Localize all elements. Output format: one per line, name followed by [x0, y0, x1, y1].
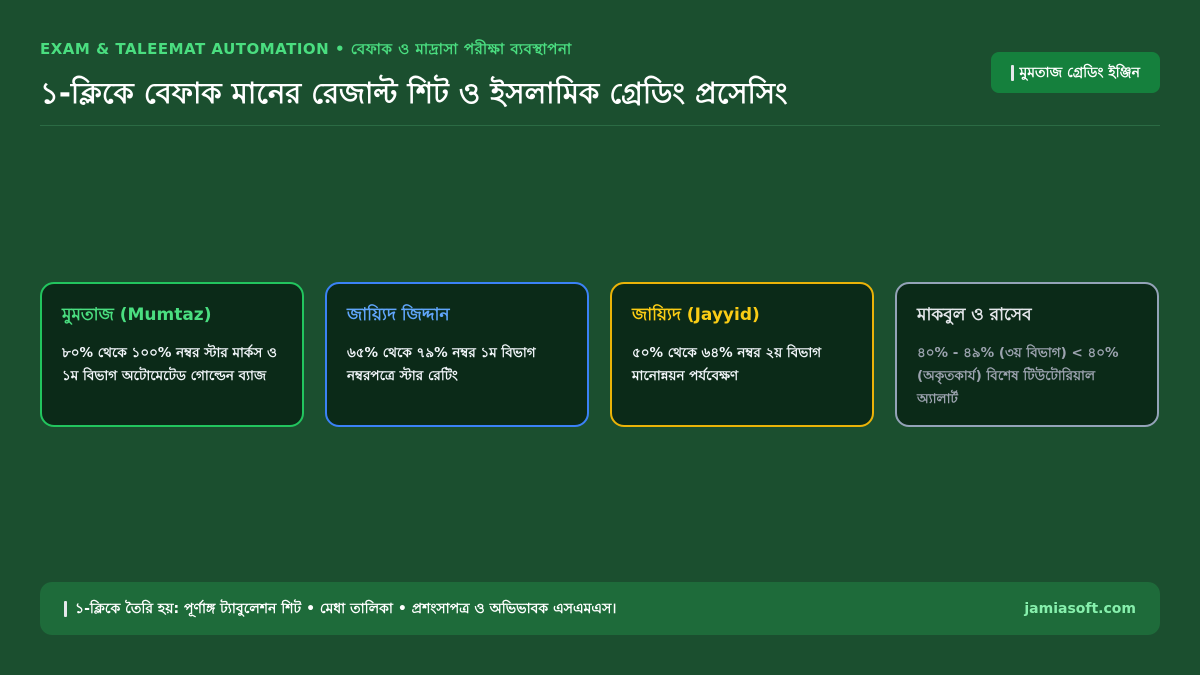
eyebrow-bangla: বেফাক ও মাদ্রাসা পরীক্ষা ব্যবস্থাপনা — [350, 40, 572, 58]
brand-url: jamiasoft.com — [1024, 600, 1136, 617]
footer-bar: ১-ক্লিকে তৈরি হয়: পূর্ণাঙ্গ ট্যাবুলেশন … — [40, 582, 1160, 635]
card-description: ৬৫% থেকে ৭৯% নম্বর ১ম বিভাগ নম্বরপত্রে স… — [347, 345, 536, 384]
grade-card-mumtaz: মুমতাজ (Mumtaz) ৮০% থেকে ১০০% নম্বর স্টা… — [40, 282, 304, 427]
card-title: জায়্যিদ (Jayyid) — [632, 305, 760, 325]
box-icon — [64, 600, 67, 617]
grading-engine-badge: মুমতাজ গ্রেডিং ইঞ্জিন — [990, 52, 1160, 93]
grade-cards: মুমতাজ (Mumtaz) ৮০% থেকে ১০০% নম্বর স্টা… — [40, 282, 1160, 427]
badge-label: মুমতাজ গ্রেডিং ইঞ্জিন — [1019, 64, 1141, 81]
header-divider — [40, 125, 1160, 126]
grade-card-maqbul-rasib: মাকবুল ও রাসেব ৪০% - ৪৯% (৩য় বিভাগ) < ৪… — [895, 282, 1159, 427]
card-description: ৪০% - ৪৯% (৩য় বিভাগ) < ৪০% (অকৃতকার্য) … — [917, 345, 1119, 407]
footer-message: ১-ক্লিকে তৈরি হয়: পূর্ণাঙ্গ ট্যাবুলেশন … — [64, 597, 616, 621]
eyebrow-separator: • — [329, 40, 351, 58]
eyebrow-english: EXAM & TALEEMAT AUTOMATION — [40, 40, 330, 58]
card-title: মুমতাজ (Mumtaz) — [62, 305, 212, 325]
grade-card-jayyid-jiddan: জায়্যিদ জিদ্দান ৬৫% থেকে ৭৯% নম্বর ১ম ব… — [325, 282, 589, 427]
card-description: ৫০% থেকে ৬৪% নম্বর ২য় বিভাগ মানোন্নয়ন … — [632, 345, 822, 384]
card-title: জায়্যিদ জিদ্দান — [347, 305, 450, 325]
card-description: ৮০% থেকে ১০০% নম্বর স্টার মার্কস ও ১ম বি… — [62, 345, 277, 384]
grade-card-jayyid: জায়্যিদ (Jayyid) ৫০% থেকে ৬৪% নম্বর ২য়… — [610, 282, 874, 427]
footer-text: ১-ক্লিকে তৈরি হয়: পূর্ণাঙ্গ ট্যাবুলেশন … — [75, 600, 617, 617]
box-icon — [1010, 64, 1014, 81]
card-title: মাকবুল ও রাসেব — [917, 305, 1032, 325]
